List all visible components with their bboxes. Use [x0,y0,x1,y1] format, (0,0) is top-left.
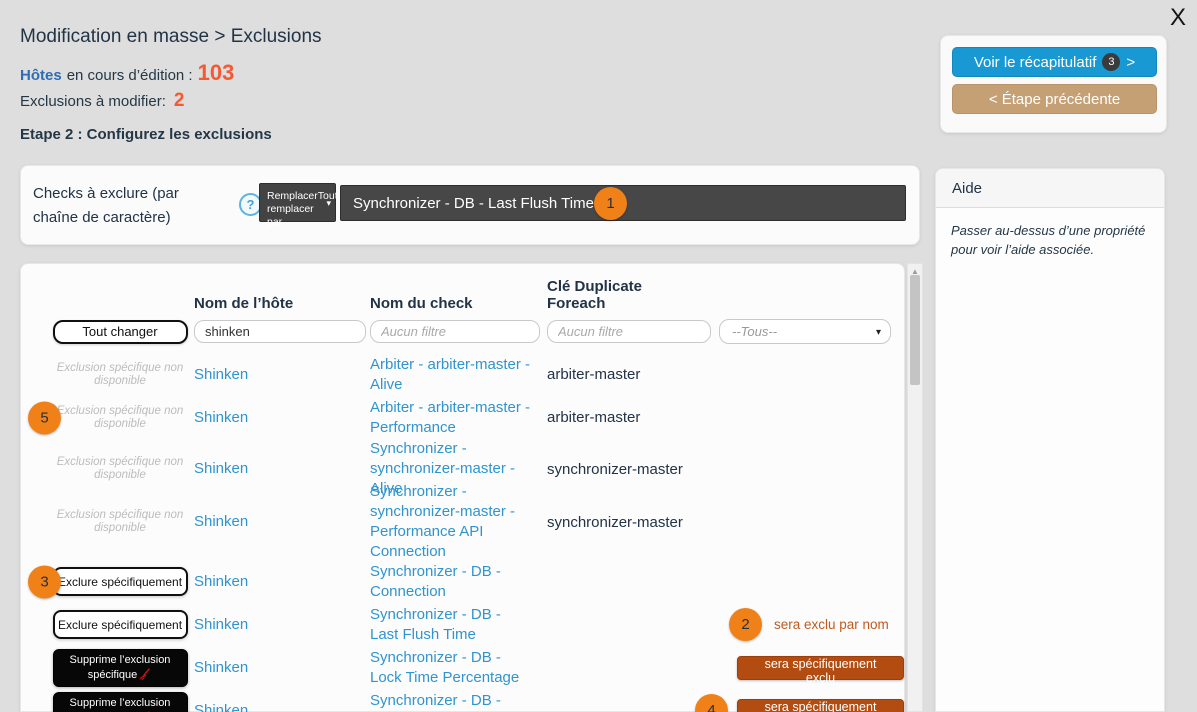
table-row: Supprime l’exclusion spécifique Shinken … [21,689,904,712]
exclusions-line: Exclusions à modifier: 2 [20,90,184,112]
table-filter-row: Tout changer --Tous-- ▾ [21,319,904,344]
host-link[interactable]: Shinken [194,459,248,479]
status-text: sera exclu par nom [774,617,889,632]
host-link[interactable]: Shinken [194,658,248,678]
hosts-editing-line: Hôtes en cours d’édition : 103 [20,60,234,86]
will-be-excluded-badge: sera spécifiquement exclu [737,656,904,680]
exclude-specifically-button[interactable]: Exclure spécifiquement [53,567,188,596]
table-body: Exclusion spécifique non disponible Shin… [21,353,904,712]
host-link[interactable]: Shinken [194,408,248,428]
host-link[interactable]: Shinken [194,615,248,635]
close-icon[interactable]: X [1164,2,1192,34]
annotation-marker-2: 2 [729,608,762,641]
column-header-foreach: Clé Duplicate Foreach [547,278,695,312]
column-header-host: Nom de l’hôte [194,295,370,312]
will-be-excluded-badge: sera spécifiquement exclu [737,699,904,712]
table-row: Supprime l’exclusion spécifique Shinken … [21,646,904,689]
hosts-count: 103 [198,60,235,86]
exclusion-unavailable-label: Exclusion spécifique non disponible [50,456,190,482]
table-row: 3 Exclure spécifiquement Shinken Synchro… [21,560,904,603]
table-row: Exclure spécifiquement Shinken Synchroni… [21,603,904,646]
exclusion-unavailable-label: Exclusion spécifique non disponible [50,362,190,388]
check-link[interactable]: Synchronizer - synchronizer-master - Per… [370,482,533,562]
table-row: Exclusion spécifique non disponible Shin… [21,482,904,560]
page-title: Modification en masse > Exclusions [20,26,322,48]
exclusions-count: 2 [174,90,185,112]
step-title: Etape 2 : Configurez les exclusions [20,126,272,143]
checks-label-line2: chaîne de caractère) [33,209,171,226]
host-link[interactable]: Shinken [194,572,248,592]
check-link[interactable]: Synchronizer - DB - Lock Time Percentage [370,648,533,688]
arrow-right-icon: > [1126,54,1135,71]
view-summary-button[interactable]: Voir le récapitulatif 3 > [952,47,1157,77]
previous-step-button[interactable]: < Étape précédente [952,84,1157,114]
check-filter-input[interactable] [370,320,540,343]
annotation-marker-3: 3 [28,565,61,598]
foreach-key: synchronizer-master [547,514,695,531]
help-panel-body: Passer au-dessus d’une propriété pour vo… [936,208,1164,259]
replace-mode-line2: remplacer par [267,203,314,228]
host-link[interactable]: Shinken [194,701,248,712]
help-panel-title: Aide [936,169,1164,208]
host-link[interactable]: Shinken [194,365,248,385]
foreach-key: synchronizer-master [547,461,695,478]
annotation-marker-4: 4 [695,694,728,712]
chevron-down-icon: ▾ [326,197,331,210]
annotation-marker-1: 1 [594,187,627,220]
table-row: Exclusion spécifique non disponible Shin… [21,439,904,482]
view-summary-label: Voir le récapitulatif [974,54,1097,71]
exclusions-table: Nom de l’hôte Nom du check Clé Duplicate… [20,263,905,712]
hosts-editing-label: en cours d’édition : [67,67,193,84]
table-row: Exclusion spécifique non disponible Shin… [21,353,904,396]
remove-exclusion-label: Supprime l’exclusion spécifique [70,654,171,681]
exclusions-label: Exclusions à modifier: [20,93,166,110]
check-link[interactable]: Synchronizer - DB - Last Flush Time [370,605,533,645]
column-header-check: Nom du check [370,295,547,312]
foreach-key: arbiter-master [547,366,695,383]
replace-mode-dropdown[interactable]: RemplacerTout remplacer par ▾ [259,183,336,222]
checks-label-line1: Checks à exclure (par [33,185,179,202]
foreach-key: arbiter-master [547,409,695,426]
foreach-select-value: --Tous-- [732,324,777,339]
chevron-down-icon: ▾ [876,321,881,344]
remove-exclusion-label: Supprime l’exclusion spécifique [70,697,171,712]
check-link[interactable]: Arbiter - arbiter-master - Alive [370,355,533,395]
foreach-select[interactable]: --Tous-- ▾ [719,319,891,344]
scrollbar-thumb[interactable] [910,275,920,385]
broom-icon [138,667,152,681]
help-panel: Aide Passer au-dessus d’une propriété po… [935,168,1165,712]
vertical-scrollbar[interactable]: ▲ [907,263,923,712]
exclude-specifically-button[interactable]: Exclure spécifiquement [53,610,188,639]
annotation-marker-5: 5 [28,401,61,434]
change-all-button[interactable]: Tout changer [53,320,188,344]
checks-to-exclude-label: Checks à exclure (par chaîne de caractèr… [33,182,223,230]
host-link[interactable]: Shinken [194,512,248,532]
table-row: 5 Exclusion spécifique non disponible Sh… [21,396,904,439]
check-link[interactable]: Arbiter - arbiter-master - Performance [370,398,533,438]
exclusion-unavailable-label: Exclusion spécifique non disponible [50,405,190,431]
hosts-link[interactable]: Hôtes [20,67,62,84]
wizard-nav-panel: Voir le récapitulatif 3 > < Étape précéd… [940,35,1167,133]
remove-exclusion-button[interactable]: Supprime l’exclusion spécifique [53,649,188,687]
check-link[interactable]: Synchronizer - DB - Connection [370,562,533,602]
checks-to-exclude-panel: Checks à exclure (par chaîne de caractèr… [20,165,920,245]
exclusion-unavailable-label: Exclusion spécifique non disponible [50,509,190,535]
table-header-row: Nom de l’hôte Nom du check Clé Duplicate… [21,264,904,312]
check-link[interactable]: Synchronizer - DB - Open Connections [370,691,533,712]
summary-count-badge: 3 [1102,53,1120,71]
remove-exclusion-button[interactable]: Supprime l’exclusion spécifique [53,692,188,712]
host-filter-input[interactable] [194,320,366,343]
foreach-filter-input[interactable] [547,320,711,343]
